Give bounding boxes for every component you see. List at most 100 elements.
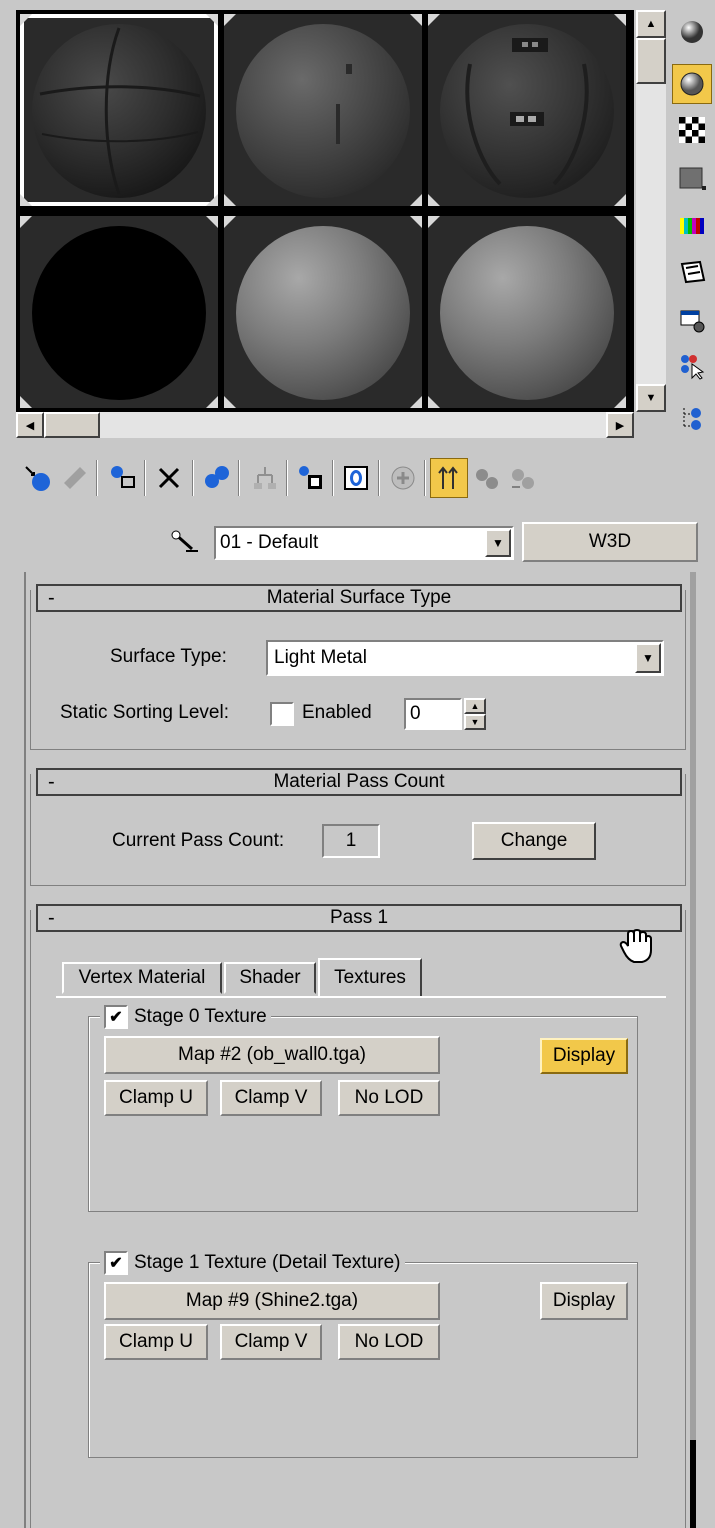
stage0-clamp-v-button[interactable]: Clamp V	[220, 1080, 322, 1116]
stage0-header: ✔ Stage 0 Texture	[100, 1004, 271, 1030]
stage1-map-button[interactable]: Map #9 (Shine2.tga)	[104, 1282, 440, 1320]
stage1-no-lod-button[interactable]: No LOD	[338, 1324, 440, 1360]
pass1-rollout-title: Pass 1	[329, 907, 389, 928]
tab-textures[interactable]: Textures	[318, 958, 422, 996]
select-by-material-icon[interactable]	[672, 346, 712, 386]
pick-material-from-object-icon[interactable]	[168, 528, 202, 558]
sample-slot-2[interactable]	[224, 14, 422, 206]
spinner-up-button[interactable]: ▲	[464, 698, 486, 714]
stage0-display-button[interactable]: Display	[540, 1038, 628, 1074]
panel-scrollbar-track[interactable]	[690, 572, 696, 1528]
clamp-v-label: Clamp V	[234, 1331, 308, 1352]
pass1-rollout-header[interactable]: - Pass 1	[36, 904, 682, 932]
sample-uv-tiling-icon[interactable]	[672, 158, 712, 198]
put-to-library-icon[interactable]	[248, 458, 282, 498]
tab-shader[interactable]: Shader	[224, 962, 316, 994]
background-checker-icon[interactable]	[672, 110, 712, 150]
arrow-down-icon: ▼	[470, 717, 480, 727]
material-sample-slots	[16, 10, 634, 412]
material-map-navigator-icon[interactable]	[672, 398, 712, 438]
collapse-icon: -	[48, 771, 55, 793]
sorting-level-value: 0	[410, 703, 421, 724]
show-end-result-icon[interactable]	[386, 458, 420, 498]
checkmark-icon: ✔	[109, 1255, 123, 1272]
tab-label: Shader	[239, 967, 301, 988]
surface-type-label: Surface Type:	[110, 646, 227, 667]
material-sphere-preview	[236, 226, 410, 400]
go-to-parent-icon[interactable]	[430, 458, 468, 498]
sorting-level-spinner-field[interactable]: 0	[404, 698, 462, 730]
surface-type-dropdown[interactable]: Light Metal ▼	[266, 640, 664, 676]
material-navigator-icon[interactable]	[506, 458, 540, 498]
arrow-down-icon: ▼	[645, 392, 657, 404]
material-type-button[interactable]: W3D	[522, 522, 698, 562]
pass-count-rollout-header[interactable]: - Material Pass Count	[36, 768, 682, 796]
static-sorting-label: Static Sorting Level:	[60, 702, 229, 723]
backlight-icon[interactable]	[672, 64, 712, 104]
stage0-no-lod-button[interactable]: No LOD	[338, 1080, 440, 1116]
options-icon[interactable]	[672, 300, 712, 340]
material-sphere-preview	[32, 24, 206, 198]
reset-map-icon[interactable]	[152, 458, 186, 498]
display-label: Display	[552, 1045, 616, 1066]
change-pass-count-button[interactable]: Change	[472, 822, 596, 860]
sample-slot-6[interactable]	[428, 216, 626, 408]
arrow-up-icon: ▲	[470, 701, 480, 711]
scroll-right-button[interactable]: ▶	[606, 412, 634, 438]
change-button-label: Change	[500, 830, 568, 851]
stage0-map-label: Map #2 (ob_wall0.tga)	[178, 1044, 366, 1065]
material-sphere-preview	[440, 226, 614, 400]
stage0-label: Stage 0 Texture	[134, 1006, 267, 1027]
sample-type-sphere-icon[interactable]	[672, 12, 712, 52]
slots-vertical-scrollbar[interactable]: ▲ ▼	[636, 10, 666, 412]
arrow-left-icon: ◀	[25, 419, 35, 432]
make-preview-icon[interactable]	[672, 252, 712, 292]
stage1-clamp-v-button[interactable]: Clamp V	[220, 1324, 322, 1360]
chevron-down-icon: ▼	[492, 536, 504, 550]
chevron-down-icon: ▼	[642, 651, 654, 665]
scroll-down-button[interactable]: ▼	[636, 384, 666, 412]
material-effects-channel-icon[interactable]	[294, 458, 328, 498]
sorting-enabled-checkbox[interactable]	[270, 702, 294, 726]
scroll-up-button[interactable]: ▲	[636, 10, 666, 38]
stage0-map-button[interactable]: Map #2 (ob_wall0.tga)	[104, 1036, 440, 1074]
video-color-check-icon[interactable]	[672, 206, 712, 246]
material-type-label: W3D	[588, 531, 632, 552]
stage1-label: Stage 1 Texture (Detail Texture)	[134, 1252, 401, 1273]
current-pass-count-label: Current Pass Count:	[112, 830, 285, 851]
dropdown-arrow-button[interactable]: ▼	[485, 529, 511, 557]
current-pass-count-value: 1	[322, 824, 380, 858]
sample-slot-1[interactable]	[20, 14, 218, 206]
sorting-level-spinner[interactable]: ▲ ▼	[464, 698, 486, 730]
stage1-display-button[interactable]: Display	[540, 1282, 628, 1320]
stage0-enable-checkbox[interactable]: ✔	[104, 1005, 128, 1029]
no-lod-label: No LOD	[354, 1087, 424, 1108]
dropdown-arrow-button[interactable]: ▼	[635, 643, 661, 673]
sample-slot-5[interactable]	[224, 216, 422, 408]
spinner-down-button[interactable]: ▼	[464, 714, 486, 730]
go-forward-to-sibling-icon[interactable]	[470, 458, 504, 498]
scroll-thumb[interactable]	[636, 38, 666, 84]
panel-scrollbar-thumb[interactable]	[690, 1440, 696, 1528]
surface-rollout-header[interactable]: - Material Surface Type	[36, 584, 682, 612]
sorting-enabled-label: Enabled	[302, 702, 372, 723]
put-material-icon[interactable]	[58, 458, 92, 498]
scroll-thumb[interactable]	[44, 412, 100, 438]
sample-slot-3[interactable]	[428, 14, 626, 206]
sample-slot-4[interactable]	[20, 216, 218, 408]
stage1-enable-checkbox[interactable]: ✔	[104, 1251, 128, 1275]
hand-cursor-icon	[618, 928, 654, 964]
show-map-in-viewport-icon[interactable]	[340, 458, 374, 498]
assign-material-icon[interactable]	[106, 458, 140, 498]
stage1-clamp-u-button[interactable]: Clamp U	[104, 1324, 208, 1360]
make-unique-icon[interactable]	[200, 458, 234, 498]
slots-horizontal-scrollbar[interactable]: ◀ ▶	[16, 412, 634, 438]
tab-vertex-material[interactable]: Vertex Material	[62, 962, 222, 994]
tab-label: Vertex Material	[78, 967, 206, 988]
material-name-dropdown[interactable]: 01 - Default ▼	[214, 526, 514, 560]
stage0-clamp-u-button[interactable]: Clamp U	[104, 1080, 208, 1116]
display-label: Display	[552, 1290, 616, 1311]
material-sphere-preview	[32, 226, 206, 400]
scroll-left-button[interactable]: ◀	[16, 412, 44, 438]
get-material-icon[interactable]	[20, 458, 54, 498]
